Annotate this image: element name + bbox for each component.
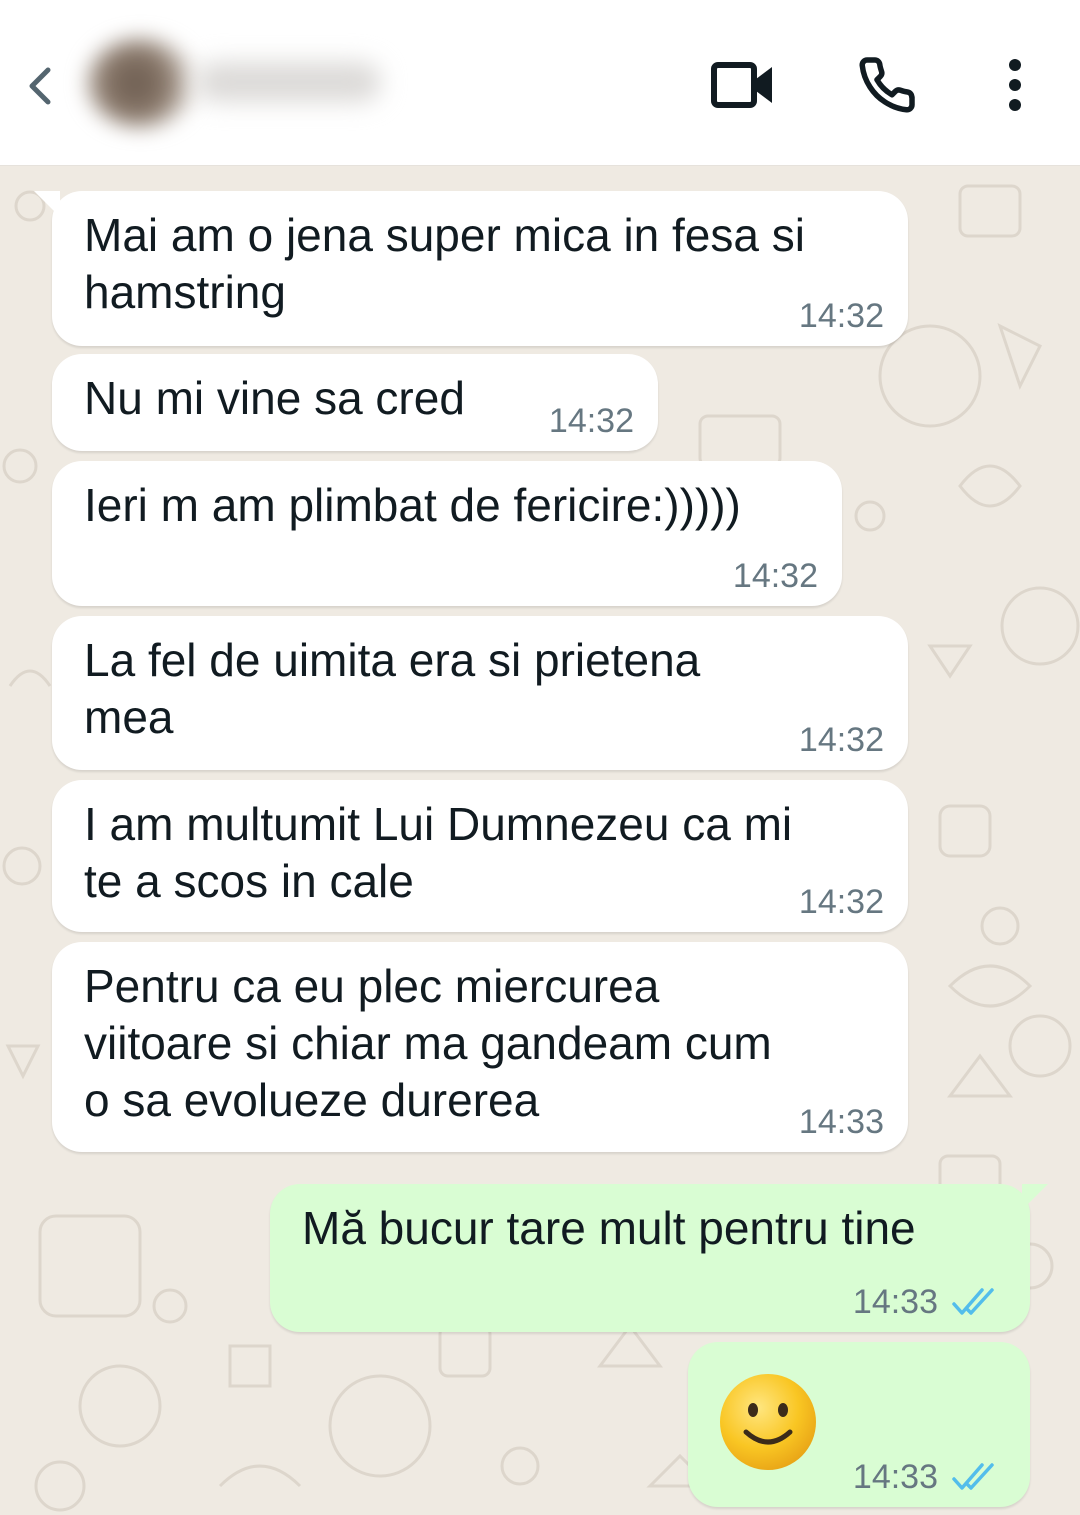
message-time: 14:32 [798, 297, 884, 335]
message-time: 14:32 [798, 721, 884, 759]
chevron-left-icon [29, 67, 51, 105]
message-text: Ieri m am plimbat de fericire:))))) [84, 479, 741, 531]
video-camera-icon [711, 62, 772, 108]
chat-header [0, 0, 1080, 166]
message-text: Mă bucur tare mult pentru tine [302, 1202, 916, 1254]
back-button[interactable] [16, 58, 62, 114]
message-time: 14:33 [798, 1103, 884, 1141]
message-time: 14:33 [852, 1458, 938, 1496]
message-bubble-outgoing[interactable]: 14:33 [688, 1342, 1030, 1507]
message-text: Nu mi vine sa cred [84, 372, 465, 424]
bubble-tail [34, 191, 60, 217]
message-bubble[interactable]: Nu mi vine sa cred 14:32 [52, 354, 658, 451]
more-vertical-icon [1009, 59, 1021, 111]
contact-avatar[interactable] [86, 38, 196, 128]
message-bubble[interactable]: Mai am o jena super mica in fesa si hams… [34, 191, 908, 346]
message-time: 14:32 [732, 557, 818, 595]
message-bubble-outgoing[interactable]: Mă bucur tare mult pentru tine 14:33 [270, 1184, 1048, 1332]
message-text: Pentru ca eu plec miercurea viitoare si … [84, 960, 772, 1126]
message-bubble[interactable]: Pentru ca eu plec miercurea viitoare si … [52, 942, 908, 1152]
message-bubble[interactable]: La fel de uimita era si prietena mea 14:… [52, 616, 908, 770]
chat-area[interactable]: Mai am o jena super mica in fesa si hams… [0, 166, 1080, 1515]
message-bubble[interactable]: I am multumit Lui Dumnezeu ca mi te a sc… [52, 780, 908, 932]
message-time: 14:32 [798, 883, 884, 921]
read-receipt-icon [952, 1288, 994, 1315]
message-text: Mai am o jena super mica in fesa si hams… [84, 209, 805, 318]
message-text: La fel de uimita era si prietena mea [84, 634, 701, 743]
bubble-tail [1022, 1184, 1048, 1210]
message-time: 14:32 [548, 402, 634, 440]
voice-call-button[interactable] [852, 50, 922, 120]
message-bubble[interactable]: Ieri m am plimbat de fericire:))))) 14:3… [52, 461, 842, 606]
slightly-smiling-face-icon [720, 1374, 816, 1470]
phone-icon [859, 57, 915, 113]
message-time: 14:33 [852, 1283, 938, 1321]
contact-name[interactable] [196, 62, 381, 102]
video-call-button[interactable] [708, 50, 778, 120]
more-options-button[interactable] [980, 50, 1050, 120]
read-receipt-icon [952, 1463, 994, 1490]
message-text: I am multumit Lui Dumnezeu ca mi te a sc… [84, 798, 793, 907]
